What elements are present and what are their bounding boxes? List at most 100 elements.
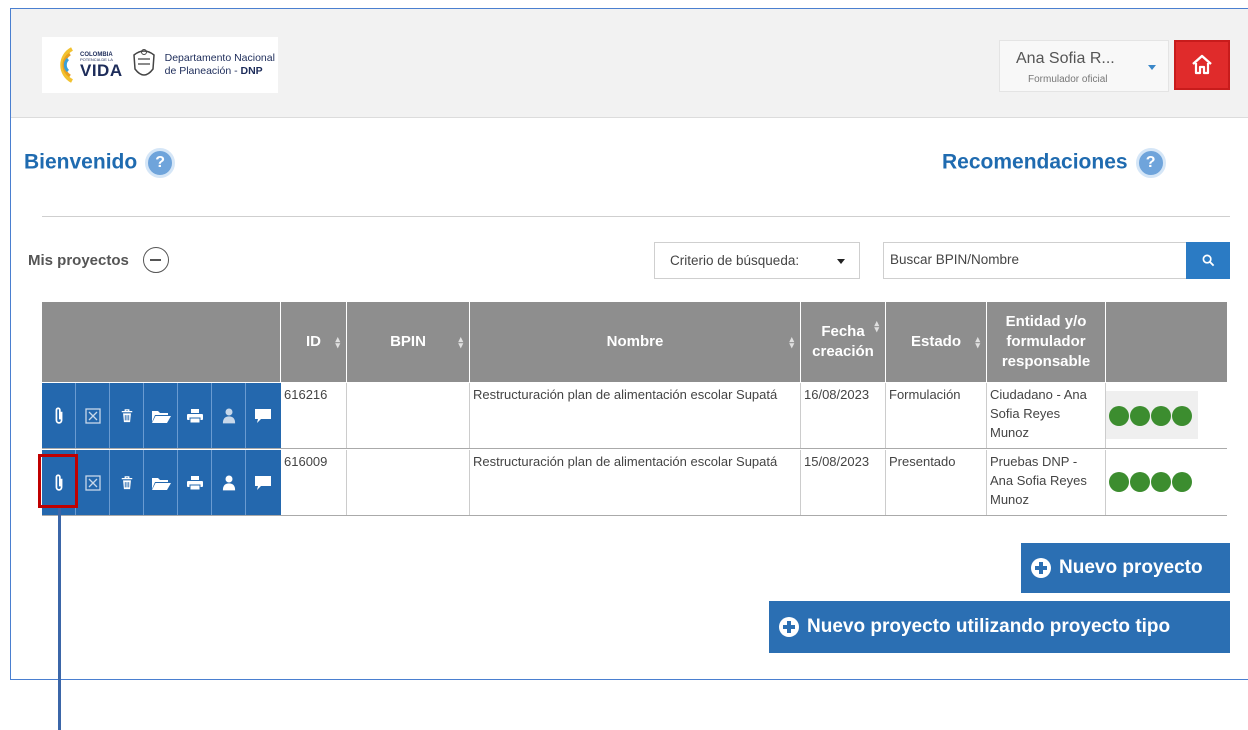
column-entidad-line3: responsable <box>1001 353 1091 371</box>
dnp-bold: DNP <box>240 65 263 77</box>
user-icon <box>222 475 235 491</box>
status-dot <box>1109 472 1129 492</box>
plus-circle-icon <box>1031 558 1051 578</box>
app-frame: COLOMBIA POTENCIA DE LA VIDA Departament… <box>10 8 1248 680</box>
dnp-line2-text: de Planeación - <box>164 65 241 77</box>
status-dot <box>1151 406 1171 426</box>
chevron-down-icon[interactable] <box>1148 65 1156 70</box>
caret-down-icon <box>837 259 845 264</box>
cancel-button[interactable] <box>76 383 110 448</box>
column-fecha-line2: creación <box>812 343 874 360</box>
trash-icon <box>121 475 132 489</box>
sort-icon: ▴ ▾ <box>458 334 463 350</box>
attach-button[interactable] <box>42 383 76 448</box>
open-button[interactable] <box>144 383 178 448</box>
column-header-bpin[interactable]: BPIN ▴ ▾ <box>347 302 470 382</box>
recommendations-heading: Recomendaciones? <box>942 148 1166 178</box>
new-project-type-button[interactable]: Nuevo proyecto utilizando proyecto tipo <box>769 601 1230 653</box>
column-header-nombre[interactable]: Nombre ▴ ▾ <box>470 302 801 382</box>
cell-estado: Formulación <box>886 383 987 448</box>
column-entidad-label: Entidad y/o formulador responsable <box>1002 312 1090 373</box>
sort-icon: ▴ ▾ <box>335 334 340 350</box>
comments-button[interactable] <box>246 450 280 515</box>
status-dot <box>1172 406 1192 426</box>
assign-user-button[interactable] <box>212 450 246 515</box>
recommendations-title[interactable]: Recomendaciones <box>942 151 1128 174</box>
cell-id: 616009 <box>281 450 347 515</box>
my-projects-header: Mis proyectos <box>28 247 169 273</box>
sort-icon: ▴ ▾ <box>789 334 794 350</box>
print-icon <box>186 408 203 423</box>
colombia-vida-text: COLOMBIA POTENCIA DE LA VIDA <box>80 52 123 79</box>
print-button[interactable] <box>178 383 212 448</box>
status-dot <box>1109 406 1129 426</box>
callout-line <box>58 508 61 730</box>
sort-icon: ▴ ▾ <box>975 334 980 350</box>
column-fecha-label: Fecha creación <box>812 322 874 363</box>
user-name: Ana Sofia R... <box>1016 50 1115 67</box>
column-header-estado[interactable]: Estado ▴ ▾ <box>886 302 987 382</box>
column-header-id[interactable]: ID ▴ ▾ <box>281 302 347 382</box>
new-project-button[interactable]: Nuevo proyecto <box>1021 543 1230 593</box>
open-button[interactable] <box>144 450 178 515</box>
highlight-box <box>38 454 78 508</box>
search-criteria-label: Criterio de búsqueda: <box>670 253 800 268</box>
column-id-label: ID <box>306 332 321 350</box>
comments-button[interactable] <box>246 383 280 448</box>
column-header-entidad: Entidad y/o formulador responsable <box>987 302 1106 382</box>
welcome-heading: Bienvenido? <box>24 148 176 178</box>
cell-bpin <box>347 450 470 515</box>
dnp-line1: Departamento Nacional <box>164 52 275 65</box>
search-input[interactable]: Buscar BPIN/Nombre <box>883 242 1187 279</box>
colombia-vida-logo-mark <box>60 47 74 83</box>
dnp-logo[interactable]: COLOMBIA POTENCIA DE LA VIDA Departament… <box>42 37 278 93</box>
delete-button[interactable] <box>110 383 144 448</box>
new-project-label: Nuevo proyecto <box>1059 557 1203 578</box>
home-icon <box>1192 54 1212 75</box>
logo-vida: VIDA <box>80 60 123 80</box>
column-entidad-line1: Entidad y/o <box>1005 312 1087 330</box>
print-icon <box>186 475 203 490</box>
search-placeholder: Buscar BPIN/Nombre <box>890 252 1020 267</box>
coat-of-arms-icon <box>132 49 155 76</box>
search-criteria-select[interactable]: Criterio de búsqueda: <box>654 242 860 279</box>
table-row: 616009 Restructuración plan de alimentac… <box>42 450 1227 516</box>
cell-status <box>1106 383 1227 448</box>
cell-nombre[interactable]: Restructuración plan de alimentación esc… <box>470 450 801 515</box>
row-actions <box>42 383 281 448</box>
dnp-text: Departamento Nacional de Planeación - DN… <box>165 52 275 77</box>
plus-circle-icon <box>779 617 799 637</box>
welcome-title: Bienvenido <box>24 150 138 174</box>
assign-user-button[interactable] <box>212 383 246 448</box>
folder-icon <box>151 410 171 423</box>
recommendations-help-icon[interactable]: ? <box>1135 148 1166 178</box>
section-divider <box>42 216 1230 217</box>
column-fecha-line1: Fecha <box>821 322 865 340</box>
paperclip-icon <box>55 407 62 424</box>
print-button[interactable] <box>178 450 212 515</box>
cell-bpin <box>347 383 470 448</box>
column-entidad-line2: formulador <box>1006 332 1086 350</box>
cell-status <box>1106 450 1227 515</box>
collapse-icon[interactable] <box>142 247 169 273</box>
column-header-fecha[interactable]: Fecha creación ▴ ▾ <box>801 302 886 382</box>
comment-icon <box>255 408 271 423</box>
cell-fecha: 16/08/2023 <box>801 383 886 448</box>
column-estado-label: Estado <box>910 332 961 350</box>
my-projects-title: Mis proyectos <box>28 251 129 269</box>
welcome-help-icon[interactable]: ? <box>145 148 176 178</box>
search-button[interactable] <box>1186 242 1230 279</box>
cancel-button[interactable] <box>76 450 110 515</box>
actions-column-header <box>42 302 281 382</box>
user-role: Formulador oficial <box>1028 74 1108 85</box>
status-dot <box>1172 472 1192 492</box>
top-bar: COLOMBIA POTENCIA DE LA VIDA Departament… <box>11 9 1248 118</box>
close-box-icon <box>84 407 101 424</box>
home-button[interactable] <box>1174 40 1230 90</box>
table-row: 616216 Restructuración plan de alimentac… <box>42 383 1227 449</box>
user-menu[interactable]: Ana Sofia R... Formulador oficial <box>999 40 1169 92</box>
column-bpin-label: BPIN <box>390 332 426 350</box>
cell-estado: Presentado <box>886 450 987 515</box>
delete-button[interactable] <box>110 450 144 515</box>
cell-nombre[interactable]: Restructuración plan de alimentación esc… <box>470 383 801 448</box>
